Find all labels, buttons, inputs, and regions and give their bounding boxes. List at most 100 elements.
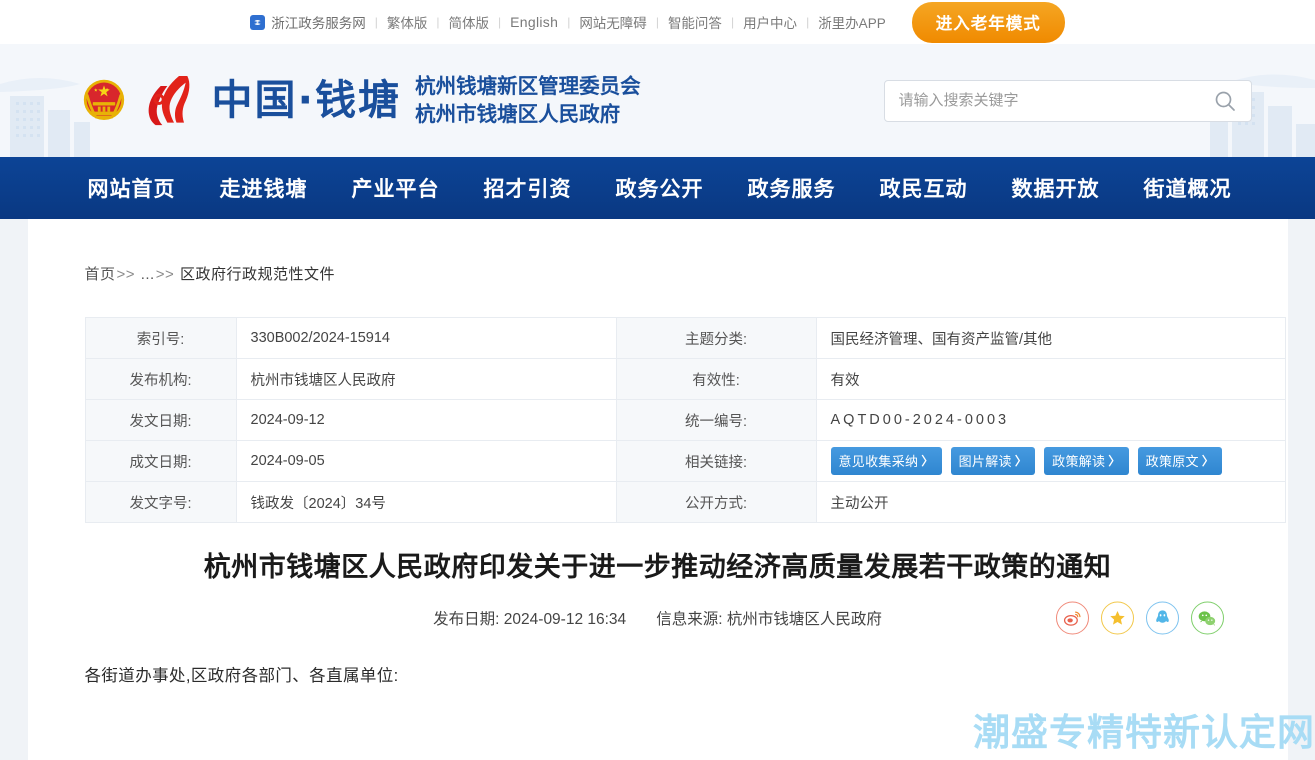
info-key-issuing-agency: 发布机构: bbox=[84, 358, 237, 400]
nav-item-streets[interactable]: 街道概况 bbox=[1144, 173, 1232, 203]
article-meta: 发布日期: 2024-09-12 16:34 信息来源: 杭州市钱塘区人民政府 bbox=[433, 607, 882, 629]
top-link-traditional[interactable]: 繁体版 bbox=[387, 12, 428, 32]
publish-date-label: 发布日期: bbox=[433, 611, 500, 629]
separator: | bbox=[730, 15, 735, 29]
breadcrumb-separator-1: >> bbox=[116, 266, 136, 283]
nav-item-open-data[interactable]: 数据开放 bbox=[1012, 173, 1100, 203]
top-link-accessibility[interactable]: 网站无障碍 bbox=[579, 12, 647, 32]
nav-item-home[interactable]: 网站首页 bbox=[88, 173, 176, 203]
weibo-share-icon[interactable] bbox=[1055, 601, 1089, 635]
zhejiang-gov-portal-label: 浙江政务服务网 bbox=[271, 16, 366, 31]
separator: | bbox=[655, 15, 659, 29]
info-key-topic-category: 主题分类: bbox=[615, 317, 817, 359]
document-info-table: 索引号: 330B002/2024-15914 主题分类: 国民经济管理、国有资… bbox=[84, 317, 1286, 523]
source-label: 信息来源: bbox=[656, 611, 723, 629]
separator: | bbox=[806, 15, 810, 29]
site-subtitle-line1: 杭州钱塘新区管理委员会 bbox=[415, 75, 641, 99]
nav-item-talent[interactable]: 招才引资 bbox=[484, 173, 572, 203]
share-icons bbox=[1055, 601, 1224, 635]
info-value-topic-category: 国民经济管理、国有资产监管/其他 bbox=[815, 317, 1286, 359]
info-key-issue-date: 发文日期: bbox=[84, 399, 237, 441]
info-key-validity: 有效性: bbox=[615, 358, 817, 400]
separator: | bbox=[374, 15, 378, 29]
badge-opinion-collection[interactable]: 意见收集采纳 〉 bbox=[830, 447, 942, 475]
zhejiang-gov-icon bbox=[250, 14, 266, 30]
page-title: 杭州市钱塘区人民政府印发关于进一步推动经济高质量发展若干政策的通知 bbox=[203, 552, 1112, 582]
info-value-completion-date: 2024-09-05 bbox=[235, 440, 617, 482]
source-value: 杭州市钱塘区人民政府 bbox=[726, 611, 882, 629]
badge-label: 图片解读 bbox=[958, 454, 1012, 469]
info-key-index-number: 索引号: bbox=[84, 317, 237, 359]
info-value-related-links: 意见收集采纳 〉 图片解读 〉 政策解读 〉 政策原文 〉 bbox=[815, 440, 1286, 482]
info-value-issue-date: 2024-09-12 bbox=[235, 399, 617, 441]
info-key-disclosure-method: 公开方式: bbox=[615, 481, 817, 523]
main-navigation: 网站首页 走进钱塘 产业平台 招才引资 政务公开 政务服务 政民互动 数据开放 … bbox=[0, 157, 1315, 219]
info-value-issuing-agency: 杭州市钱塘区人民政府 bbox=[235, 358, 617, 400]
nav-item-gov-service[interactable]: 政务服务 bbox=[748, 173, 836, 203]
table-row: 索引号: 330B002/2024-15914 主题分类: 国民经济管理、国有资… bbox=[84, 317, 1286, 359]
top-link-simplified[interactable]: 简体版 bbox=[449, 12, 490, 32]
badge-image-interpretation[interactable]: 图片解读 〉 bbox=[950, 447, 1036, 475]
search-box[interactable] bbox=[883, 79, 1252, 122]
search-icon bbox=[1215, 91, 1235, 111]
source-group: 信息来源: 杭州市钱塘区人民政府 bbox=[656, 607, 882, 629]
table-row: 发文字号: 钱政发〔2024〕34号 公开方式: 主动公开 bbox=[84, 481, 1286, 523]
content-card: 首页>> ...>> 区政府行政规范性文件 索引号: 330B002/2024-… bbox=[27, 219, 1288, 760]
info-value-validity: 有效 bbox=[815, 358, 1286, 400]
separator: | bbox=[436, 15, 440, 29]
search-button[interactable] bbox=[1213, 89, 1237, 113]
article-paragraph: 各街道办事处,区政府各部门、各直属单位: bbox=[84, 667, 399, 686]
badge-policy-interpretation[interactable]: 政策解读 〉 bbox=[1044, 447, 1129, 475]
qiantang-flame-logo-icon bbox=[148, 75, 189, 125]
table-row: 成文日期: 2024-09-05 相关链接: 意见收集采纳 〉 图片解读 〉 政… bbox=[84, 440, 1286, 482]
info-value-index-number: 330B002/2024-15914 bbox=[235, 317, 617, 359]
separator: | bbox=[498, 15, 502, 29]
favorite-star-icon[interactable] bbox=[1100, 601, 1134, 635]
info-key-unified-number: 统一编号: bbox=[615, 399, 817, 441]
elder-mode-button[interactable]: 进入老年模式 bbox=[911, 1, 1065, 43]
breadcrumb-separator-2: >> bbox=[155, 266, 175, 283]
site-subtitle-line2: 杭州市钱塘区人民政府 bbox=[415, 102, 621, 126]
related-links-badges: 意见收集采纳 〉 图片解读 〉 政策解读 〉 政策原文 〉 bbox=[830, 447, 1271, 475]
info-key-completion-date: 成文日期: bbox=[84, 440, 237, 482]
breadcrumb-current: 区政府行政规范性文件 bbox=[179, 266, 335, 283]
breadcrumb-ellipsis[interactable]: ... bbox=[141, 266, 155, 283]
zhejiang-gov-portal-link[interactable]: 浙江政务服务网 bbox=[250, 12, 366, 32]
nav-item-industry[interactable]: 产业平台 bbox=[352, 173, 440, 203]
breadcrumb-home[interactable]: 首页 bbox=[85, 266, 116, 283]
nav-item-about[interactable]: 走进钱塘 bbox=[220, 173, 308, 203]
search-input[interactable] bbox=[898, 92, 1213, 109]
chevron-right-icon: 〉 bbox=[1201, 454, 1215, 468]
top-link-zhelib-app[interactable]: 浙里办APP bbox=[818, 12, 886, 32]
badge-label: 意见收集采纳 bbox=[838, 454, 919, 469]
page-body: 首页>> ...>> 区政府行政规范性文件 索引号: 330B002/2024-… bbox=[0, 219, 1315, 760]
info-value-disclosure-method: 主动公开 bbox=[815, 481, 1286, 523]
info-key-document-number: 发文字号: bbox=[84, 481, 237, 523]
top-utility-links: 浙江政务服务网 | 繁体版 | 简体版 | English | 网站无障碍 | … bbox=[250, 1, 1065, 43]
qq-share-icon[interactable] bbox=[1145, 601, 1179, 635]
info-value-document-number: 钱政发〔2024〕34号 bbox=[235, 481, 617, 523]
site-header: 中国·钱塘 杭州钱塘新区管理委员会 杭州市钱塘区人民政府 bbox=[0, 44, 1315, 157]
badge-label: 政策解读 bbox=[1052, 454, 1106, 469]
separator: | bbox=[567, 15, 571, 29]
site-title: 中国·钱塘 bbox=[211, 76, 402, 124]
badge-policy-original[interactable]: 政策原文 〉 bbox=[1137, 447, 1223, 475]
info-value-unified-number: AQTD00-2024-0003 bbox=[815, 399, 1286, 441]
publish-date-value: 2024-09-12 16:34 bbox=[503, 611, 627, 629]
national-emblem-icon bbox=[83, 79, 124, 120]
nav-item-interaction[interactable]: 政民互动 bbox=[880, 173, 968, 203]
chevron-right-icon: 〉 bbox=[1014, 454, 1028, 468]
wechat-share-icon[interactable] bbox=[1190, 601, 1224, 635]
nav-item-gov-open[interactable]: 政务公开 bbox=[616, 173, 704, 203]
info-key-related-links: 相关链接: bbox=[615, 440, 817, 482]
article-meta-row: 发布日期: 2024-09-12 16:34 信息来源: 杭州市钱塘区人民政府 bbox=[85, 601, 1231, 635]
badge-label: 政策原文 bbox=[1145, 454, 1199, 469]
top-link-user-center[interactable]: 用户中心 bbox=[743, 12, 797, 32]
table-row: 发布机构: 杭州市钱塘区人民政府 有效性: 有效 bbox=[84, 358, 1286, 400]
site-subtitle: 杭州钱塘新区管理委员会 杭州市钱塘区人民政府 bbox=[415, 73, 641, 127]
chevron-right-icon: 〉 bbox=[921, 454, 934, 468]
publish-date-group: 发布日期: 2024-09-12 16:34 bbox=[433, 607, 626, 629]
top-link-english[interactable]: English bbox=[510, 14, 558, 30]
article-body: 各街道办事处,区政府各部门、各直属单位: bbox=[85, 661, 1231, 692]
top-link-smart-qa[interactable]: 智能问答 bbox=[668, 12, 722, 32]
